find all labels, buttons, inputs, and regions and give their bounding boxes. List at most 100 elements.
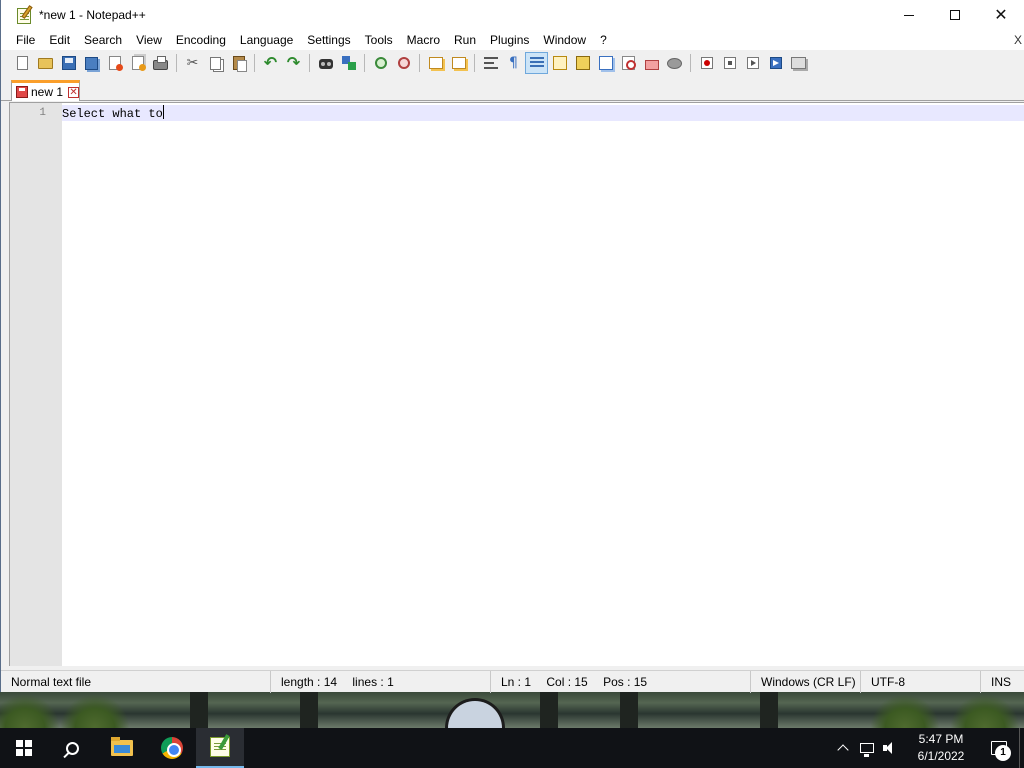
- maximize-icon: [950, 10, 960, 20]
- network-button[interactable]: [855, 728, 879, 768]
- function-list-button[interactable]: [617, 52, 640, 74]
- start-button[interactable]: [0, 728, 48, 768]
- taskbar-file-explorer[interactable]: [98, 728, 146, 768]
- status-insert-mode[interactable]: INS: [981, 671, 1024, 693]
- volume-button[interactable]: [879, 728, 903, 768]
- document-list-icon: [598, 56, 613, 70]
- paste-button[interactable]: [227, 52, 250, 74]
- toolbar-separator: [309, 54, 310, 72]
- notepad-plus-plus-icon[interactable]: [16, 5, 34, 24]
- menu-tools[interactable]: Tools: [358, 30, 400, 50]
- line-number-gutter[interactable]: 1: [10, 103, 62, 666]
- redo-button[interactable]: ↷: [282, 52, 305, 74]
- status-cursor-position: Ln : 1 Col : 15 Pos : 15: [491, 671, 751, 693]
- toolbar-separator: [419, 54, 420, 72]
- cut-icon: ✂: [186, 55, 199, 71]
- save-all-button[interactable]: [80, 52, 103, 74]
- cut-button[interactable]: ✂: [181, 52, 204, 74]
- word-wrap-icon: [483, 57, 498, 69]
- run-macro-multiple-button[interactable]: [764, 52, 787, 74]
- indent-guide-button[interactable]: [525, 52, 548, 74]
- menu-encoding[interactable]: Encoding: [169, 30, 233, 50]
- status-position: Pos : 15: [603, 675, 648, 689]
- find-icon: [318, 59, 333, 69]
- menu-window[interactable]: Window: [536, 30, 593, 50]
- print-button[interactable]: [149, 52, 172, 74]
- stop-recording-icon: [723, 57, 736, 69]
- zoom-in-button[interactable]: [369, 52, 392, 74]
- save-macro-button[interactable]: [787, 52, 810, 74]
- close-document-button[interactable]: X: [1014, 30, 1022, 50]
- clock[interactable]: 5:47 PM 6/1/2022: [903, 731, 979, 765]
- replace-icon: [341, 56, 356, 70]
- menu-run[interactable]: Run: [447, 30, 483, 50]
- undo-button[interactable]: ↶: [259, 52, 282, 74]
- folder-as-workspace-button[interactable]: [640, 52, 663, 74]
- menu-macro[interactable]: Macro: [400, 30, 447, 50]
- status-encoding[interactable]: UTF-8: [861, 671, 981, 693]
- maximize-button[interactable]: [932, 0, 978, 30]
- toolbar-separator: [690, 54, 691, 72]
- stop-recording-button[interactable]: [718, 52, 741, 74]
- title-bar[interactable]: *new 1 - Notepad++ ✕: [1, 0, 1024, 30]
- menu-search[interactable]: Search: [77, 30, 129, 50]
- save-button[interactable]: [57, 52, 80, 74]
- search-icon: [65, 741, 79, 755]
- run-macro-multiple-icon: [769, 57, 782, 69]
- playback-button[interactable]: [741, 52, 764, 74]
- zoom-out-button[interactable]: [392, 52, 415, 74]
- show-hidden-icons-button[interactable]: [831, 728, 855, 768]
- menu-view[interactable]: View: [129, 30, 169, 50]
- toolbar: ✂ ↶ ↷ ¶: [1, 50, 1024, 76]
- text-editor[interactable]: 1 Select what to: [9, 102, 1024, 666]
- find-button[interactable]: [314, 52, 337, 74]
- monitoring-button[interactable]: [663, 52, 686, 74]
- menu-settings[interactable]: Settings: [300, 30, 357, 50]
- status-eol-format[interactable]: Windows (CR LF): [751, 671, 861, 693]
- close-window-button[interactable]: ✕: [978, 0, 1024, 30]
- taskbar-search-button[interactable]: [48, 728, 96, 768]
- word-wrap-button[interactable]: [479, 52, 502, 74]
- close-all-button[interactable]: [126, 52, 149, 74]
- close-icon: ✕: [994, 5, 1008, 24]
- new-file-button[interactable]: [11, 52, 34, 74]
- tab-new-1[interactable]: new 1 ✕: [11, 80, 80, 101]
- notification-center-button[interactable]: 1: [979, 728, 1019, 768]
- menu-language[interactable]: Language: [233, 30, 300, 50]
- window-controls: ✕: [886, 0, 1024, 30]
- volume-icon: [883, 742, 899, 754]
- menu-plugins[interactable]: Plugins: [483, 30, 536, 50]
- start-recording-button[interactable]: [695, 52, 718, 74]
- status-length: length : 14: [281, 675, 338, 689]
- menu-file[interactable]: File: [9, 30, 42, 50]
- redo-icon: ↷: [286, 53, 301, 72]
- replace-button[interactable]: [337, 52, 360, 74]
- notepad-plus-plus-icon: [210, 737, 230, 757]
- status-document-stats: length : 14 lines : 1: [271, 671, 491, 693]
- document-list-button[interactable]: [594, 52, 617, 74]
- status-bar: Normal text file length : 14 lines : 1 L…: [1, 670, 1024, 693]
- document-map-button[interactable]: [571, 52, 594, 74]
- zoom-out-icon: [397, 57, 410, 69]
- taskbar-notepad-plus-plus[interactable]: [196, 728, 244, 768]
- editor-line[interactable]: Select what to: [62, 105, 164, 122]
- document-map-icon: [575, 56, 590, 70]
- chrome-icon: [161, 737, 183, 759]
- taskbar-chrome[interactable]: [148, 728, 196, 768]
- tab-close-button[interactable]: ✕: [68, 86, 80, 98]
- copy-button[interactable]: [204, 52, 227, 74]
- show-desktop-button[interactable]: [1019, 728, 1024, 768]
- status-file-type: Normal text file: [1, 671, 271, 693]
- save-all-icon: [85, 56, 98, 70]
- menu-edit[interactable]: Edit: [42, 30, 77, 50]
- sync-vertical-button[interactable]: [424, 52, 447, 74]
- unsaved-file-icon: [16, 86, 28, 98]
- show-all-characters-button[interactable]: ¶: [502, 52, 525, 74]
- new-file-icon: [17, 56, 28, 70]
- menu-help[interactable]: ?: [593, 30, 614, 50]
- minimize-button[interactable]: [886, 0, 932, 30]
- open-file-button[interactable]: [34, 52, 57, 74]
- user-defined-language-button[interactable]: [548, 52, 571, 74]
- close-button[interactable]: [103, 52, 126, 74]
- sync-horizontal-button[interactable]: [447, 52, 470, 74]
